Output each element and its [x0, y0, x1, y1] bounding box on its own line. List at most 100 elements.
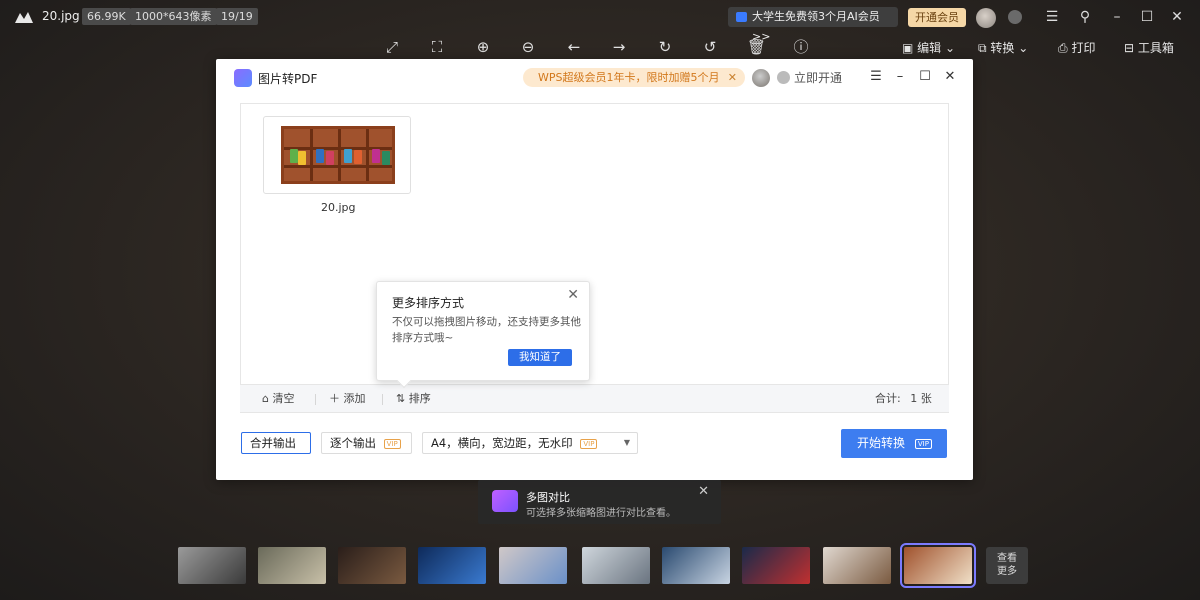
tooltip-body: 不仅可以拖拽图片移动，还支持更多其他排序方式哦~ — [392, 316, 581, 344]
thumbnail-7[interactable] — [662, 547, 730, 584]
thumbnail-9[interactable] — [823, 547, 891, 584]
thumbnail-4[interactable] — [418, 547, 486, 584]
sort-icon: ⇅ — [396, 392, 406, 405]
close-icon[interactable]: ✕ — [698, 484, 709, 499]
hint-title: 多图对比 — [526, 491, 570, 504]
single-output-label: 逐个输出 — [330, 436, 376, 450]
pin-icon[interactable]: ⚲ — [1076, 8, 1094, 26]
student-promo-link[interactable]: 大学生免费领3个月AI会员>> — [728, 7, 898, 43]
chevron-down-icon: ⌄ — [1018, 41, 1029, 55]
image-file-name: 20.jpg — [321, 201, 356, 214]
fit-screen-icon[interactable]: ⤢ — [383, 38, 401, 56]
dimensions-badge: 1000*643像素 — [130, 8, 217, 25]
previous-icon[interactable]: ← — [565, 38, 583, 56]
toolbox-button[interactable]: ⊟ 工具箱 — [1124, 39, 1174, 57]
dialog-title: 图片转PDF — [258, 72, 318, 86]
clear-button[interactable]: ⌂ 清空 — [262, 392, 294, 406]
tooltip-title: 更多排序方式 — [392, 296, 465, 310]
print-button[interactable]: ⎙ 打印 — [1058, 39, 1095, 57]
crop-icon: ⧉ — [978, 41, 987, 55]
minimize-icon[interactable]: – — [892, 68, 908, 86]
next-icon[interactable]: → — [610, 38, 628, 56]
thumbnail-10[interactable] — [900, 543, 976, 588]
image-index-badge: 19/19 — [216, 8, 258, 25]
member-badge-icon[interactable] — [1008, 10, 1022, 24]
dropdown-arrow-icon: ▼ — [623, 438, 630, 447]
convert-label: 转换 — [990, 41, 1015, 55]
file-name: 20.jpg — [42, 9, 80, 23]
list-action-bar: ⌂ 清空 ＋ 添加 ⇅ 排序 合计: 1 张 — [240, 384, 949, 412]
minimize-icon[interactable]: – — [1108, 8, 1126, 26]
image-to-pdf-dialog: 图片转PDF WPS超级会员1年卡，限时加赠5个月 ✕ 立即开通 ☰ – ☐ ✕ — [216, 59, 973, 480]
clear-label: 清空 — [272, 392, 295, 405]
add-label: 添加 — [343, 392, 366, 405]
merge-output-option[interactable]: 合并输出 — [241, 432, 311, 454]
zoom-out-icon[interactable]: ⊖ — [519, 38, 537, 56]
total-count: 合计: 1 张 — [875, 392, 932, 406]
app-logo-icon — [15, 12, 33, 23]
dialog-avatar[interactable] — [752, 69, 770, 87]
open-vip-button[interactable]: 开通会员 — [908, 8, 966, 27]
convert-menu[interactable]: ⧉ 转换 ⌄ — [978, 39, 1028, 57]
speaker-icon — [736, 12, 747, 22]
sort-tooltip: 更多排序方式 ✕ 不仅可以拖拽图片移动，还支持更多其他排序方式哦~ 我知道了 — [376, 281, 590, 389]
close-icon[interactable]: ✕ — [1168, 8, 1186, 26]
chevron-down-icon: ⌄ — [945, 41, 956, 55]
toolbox-label: 工具箱 — [1137, 41, 1174, 55]
start-convert-label: 开始转换 — [857, 436, 906, 450]
close-icon[interactable]: ✕ — [567, 287, 579, 303]
info-icon[interactable]: ⓘ — [792, 38, 810, 56]
open-now-link[interactable]: 立即开通 — [794, 69, 842, 86]
rotate-left-icon[interactable]: ↺ — [701, 38, 719, 56]
title-bar: 20.jpg 66.99K 1000*643像素 19/19 大学生免费领3个月… — [0, 0, 1200, 43]
print-label: 打印 — [1071, 41, 1096, 55]
page-setting-select[interactable]: A4，横向，宽边距，无水印 VIP ▼ — [422, 432, 638, 454]
sort-label: 排序 — [408, 392, 431, 405]
image-edit-icon: ▣ — [902, 41, 914, 55]
compare-icon — [492, 490, 518, 512]
total-value: 1 张 — [910, 392, 932, 405]
menu-icon[interactable]: ☰ — [1043, 8, 1061, 26]
menu-icon[interactable]: ☰ — [868, 68, 884, 86]
maximize-icon[interactable]: ☐ — [1138, 8, 1156, 26]
member-coin-icon — [777, 71, 790, 84]
rotate-right-icon[interactable]: ↻ — [656, 38, 674, 56]
start-convert-button[interactable]: 开始转换 VIP — [841, 429, 947, 458]
sort-button[interactable]: ⇅ 排序 — [396, 392, 431, 406]
add-button[interactable]: ＋ 添加 — [329, 392, 366, 406]
thumbnail-8[interactable] — [742, 547, 810, 584]
vip-badge: VIP — [914, 438, 932, 449]
got-it-button[interactable]: 我知道了 — [508, 349, 572, 366]
image-thumbnail-card[interactable] — [263, 116, 411, 194]
vip-badge: VIP — [580, 438, 598, 449]
close-icon[interactable]: ✕ — [728, 68, 737, 87]
zoom-in-icon[interactable]: ⊕ — [474, 38, 492, 56]
edit-label: 编辑 — [917, 41, 942, 55]
pdf-app-icon — [234, 69, 252, 87]
fullscreen-icon[interactable]: ⛶ — [428, 38, 446, 56]
promo-text: 大学生免费领3个月AI会员>> — [752, 10, 880, 43]
wps-promo-text: WPS超级会员1年卡，限时加赠5个月 — [538, 71, 720, 84]
view-more-button[interactable]: 查看更多 — [986, 547, 1028, 584]
hint-body: 可选择多张缩略图进行对比查看。 — [526, 508, 676, 519]
plus-icon: ＋ — [329, 392, 340, 405]
wps-promo-banner[interactable]: WPS超级会员1年卡，限时加赠5个月 ✕ — [523, 68, 745, 87]
maximize-icon[interactable]: ☐ — [917, 68, 933, 86]
delete-icon[interactable]: 🗑 — [747, 38, 766, 56]
merge-output-label: 合并输出 — [250, 436, 296, 450]
edit-menu[interactable]: ▣ 编辑 ⌄ — [902, 39, 955, 57]
thumbnail-3[interactable] — [338, 547, 406, 584]
single-output-option[interactable]: 逐个输出 VIP — [321, 432, 412, 454]
close-icon[interactable]: ✕ — [942, 68, 958, 86]
wardrobe-image — [281, 126, 395, 184]
thumbnail-6[interactable] — [582, 547, 650, 584]
user-avatar[interactable] — [976, 8, 996, 28]
trash-icon: ⌂ — [262, 392, 269, 405]
thumbnail-5[interactable] — [499, 547, 567, 584]
file-size-badge: 66.99K — [82, 8, 131, 25]
image-list-area: 20.jpg — [240, 103, 949, 413]
total-label: 合计: — [875, 392, 901, 405]
thumbnail-2[interactable] — [258, 547, 326, 584]
toolbox-icon: ⊟ — [1124, 41, 1135, 55]
thumbnail-1[interactable] — [178, 547, 246, 584]
